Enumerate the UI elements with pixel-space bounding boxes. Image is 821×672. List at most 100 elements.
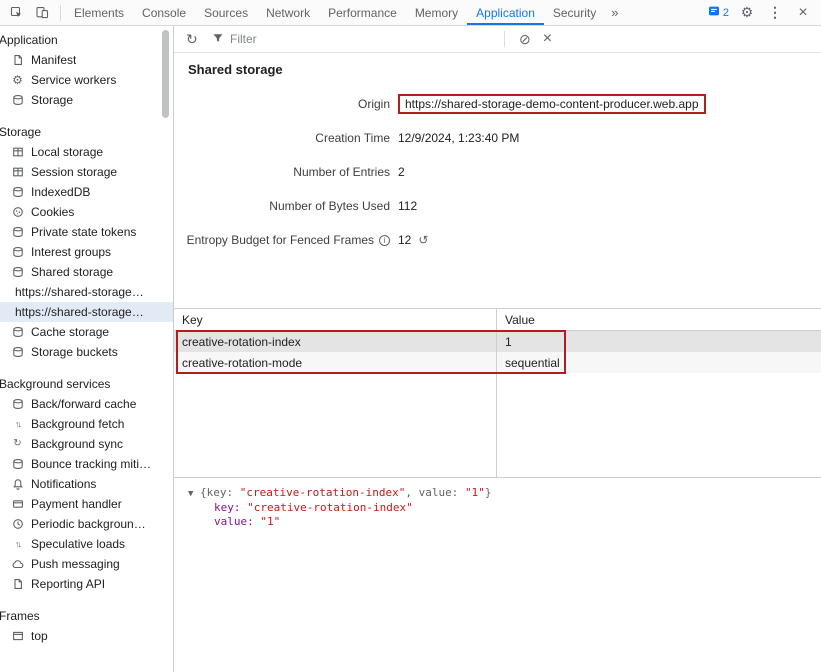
- sidebar-item-reporting-api[interactable]: Reporting API: [0, 574, 173, 594]
- inspect-element-icon[interactable]: [6, 3, 26, 23]
- sidebar-item-back-forward-cache[interactable]: Back/forward cache: [0, 394, 173, 414]
- panel-content: Shared storage Origin https://shared-sto…: [174, 53, 821, 672]
- sidebar-scrollbar-thumb[interactable]: [162, 30, 169, 118]
- sidebar-item-shared-storage-origin-1[interactable]: https://shared-storage…: [0, 282, 173, 302]
- delete-all-icon[interactable]: ⊘: [519, 31, 531, 48]
- database-icon: [11, 94, 24, 107]
- sidebar-item-cache-storage[interactable]: Cache storage: [0, 322, 173, 342]
- field-label: Number of Entries: [174, 165, 390, 179]
- sidebar-item-storage-buckets[interactable]: Storage buckets: [0, 342, 173, 362]
- sidebar-item-periodic-background-sync[interactable]: Periodic backgroun…: [0, 514, 173, 534]
- origin-value: https://shared-storage-demo-content-prod…: [405, 97, 699, 111]
- document-icon: [11, 578, 24, 591]
- reset-budget-icon[interactable]: ↺: [418, 233, 428, 247]
- bell-icon: [11, 478, 24, 491]
- messages-count: 2: [723, 7, 729, 19]
- column-header-key[interactable]: Key: [174, 309, 497, 330]
- application-sidebar: Application Manifest ⚙ Service workers S…: [0, 26, 174, 672]
- section-header-storage[interactable]: Storage: [0, 122, 173, 142]
- section-application: Application Manifest ⚙ Service workers S…: [0, 30, 173, 110]
- console-messages-badge[interactable]: 2: [708, 5, 729, 20]
- table-row[interactable]: creative-rotation-index 1: [174, 331, 821, 352]
- messages-icon: [708, 5, 720, 20]
- field-creation-time: Creation Time 12/9/2024, 1:23:40 PM: [174, 121, 821, 155]
- up-down-arrows-icon: ↑↓: [11, 538, 24, 551]
- shared-storage-panel: ↻ ⊘ × Shared storage Origin https://shar…: [174, 26, 821, 672]
- payment-card-icon: [11, 498, 24, 511]
- sidebar-item-push-messaging[interactable]: Push messaging: [0, 554, 173, 574]
- table-row[interactable]: creative-rotation-mode sequential: [174, 352, 821, 373]
- sidebar-item-shared-storage[interactable]: Shared storage: [0, 262, 173, 282]
- tab-elements[interactable]: Elements: [65, 0, 133, 25]
- field-label: Number of Bytes Used: [174, 199, 390, 213]
- tabbar-right-icons: 2 ⚙ ⋮ ×: [708, 0, 821, 25]
- sidebar-item-local-storage[interactable]: Local storage: [0, 142, 173, 162]
- row-value: sequential: [497, 352, 821, 373]
- close-devtools-icon[interactable]: ×: [793, 3, 813, 23]
- grid-empty-area: [174, 373, 821, 478]
- filter-funnel-icon: [212, 32, 224, 47]
- tab-console[interactable]: Console: [133, 0, 195, 25]
- annotation-box-origin: https://shared-storage-demo-content-prod…: [398, 94, 706, 114]
- field-number-of-entries: Number of Entries 2: [174, 155, 821, 189]
- section-header-application[interactable]: Application: [0, 30, 173, 50]
- database-icon: [11, 266, 24, 279]
- page-title: Shared storage: [188, 62, 821, 77]
- database-icon: [11, 458, 24, 471]
- device-toolbar-icon[interactable]: [32, 3, 52, 23]
- section-storage: Storage Local storage Session storage In…: [0, 122, 173, 362]
- object-property-value: value: "1": [188, 515, 821, 529]
- tab-security[interactable]: Security: [544, 0, 605, 25]
- tab-application[interactable]: Application: [467, 0, 544, 25]
- tab-memory[interactable]: Memory: [406, 0, 467, 25]
- database-icon: [11, 226, 24, 239]
- sidebar-item-session-storage[interactable]: Session storage: [0, 162, 173, 182]
- sidebar-item-background-sync[interactable]: ↻ Background sync: [0, 434, 173, 454]
- filter-box: [212, 32, 502, 47]
- object-preview-summary[interactable]: {key: "creative-rotation-index", value: …: [200, 486, 491, 499]
- sidebar-item-notifications[interactable]: Notifications: [0, 474, 173, 494]
- more-tabs-button[interactable]: »: [605, 0, 624, 25]
- sidebar-item-private-state-tokens[interactable]: Private state tokens: [0, 222, 173, 242]
- sidebar-item-payment-handler[interactable]: Payment handler: [0, 494, 173, 514]
- sidebar-item-interest-groups[interactable]: Interest groups: [0, 242, 173, 262]
- section-header-frames[interactable]: Frames: [0, 606, 173, 626]
- field-bytes-used: Number of Bytes Used 112: [174, 189, 821, 223]
- entry-preview-pane: ▼{key: "creative-rotation-index", value:…: [174, 478, 821, 672]
- document-icon: [11, 54, 24, 67]
- sidebar-item-manifest[interactable]: Manifest: [0, 50, 173, 70]
- settings-gear-icon[interactable]: ⚙: [737, 3, 757, 23]
- expand-triangle-icon[interactable]: ▼: [188, 487, 200, 501]
- refresh-icon[interactable]: ↻: [186, 31, 204, 48]
- info-icon[interactable]: i: [379, 235, 390, 246]
- sidebar-item-speculative-loads[interactable]: ↑↓ Speculative loads: [0, 534, 173, 554]
- sidebar-item-cookies[interactable]: Cookies: [0, 202, 173, 222]
- service-worker-icon: ⚙: [11, 74, 24, 87]
- close-panel-icon[interactable]: ×: [543, 30, 552, 48]
- tab-sources[interactable]: Sources: [195, 0, 257, 25]
- tab-network[interactable]: Network: [257, 0, 319, 25]
- sidebar-item-bounce-tracking-mitigations[interactable]: Bounce tracking miti…: [0, 454, 173, 474]
- column-header-value[interactable]: Value: [497, 309, 821, 330]
- sidebar-item-background-fetch[interactable]: ↑↓ Background fetch: [0, 414, 173, 434]
- sidebar-item-top-frame[interactable]: top: [0, 626, 173, 646]
- bytes-used-value: 112: [398, 199, 417, 213]
- sidebar-item-indexeddb[interactable]: IndexedDB: [0, 182, 173, 202]
- kebab-menu-icon[interactable]: ⋮: [765, 3, 785, 23]
- row-key: creative-rotation-index: [174, 331, 497, 352]
- sidebar-item-service-workers[interactable]: ⚙ Service workers: [0, 70, 173, 90]
- sidebar-item-shared-storage-origin-2[interactable]: https://shared-storage…: [0, 302, 173, 322]
- sidebar-item-storage[interactable]: Storage: [0, 90, 173, 110]
- cloud-icon: [11, 558, 24, 571]
- tabbar-separator: [60, 5, 61, 21]
- section-background-services: Background services Back/forward cache ↑…: [0, 374, 173, 594]
- section-header-background-services[interactable]: Background services: [0, 374, 173, 394]
- filter-input[interactable]: [230, 32, 470, 46]
- database-icon: [11, 398, 24, 411]
- tab-performance[interactable]: Performance: [319, 0, 406, 25]
- entries-count-value: 2: [398, 165, 405, 179]
- devtools-window: Elements Console Sources Network Perform…: [0, 0, 821, 672]
- row-value: 1: [497, 331, 821, 352]
- field-label: Entropy Budget for Fenced Frames i: [174, 233, 390, 247]
- up-down-arrows-icon: ↑↓: [11, 418, 24, 431]
